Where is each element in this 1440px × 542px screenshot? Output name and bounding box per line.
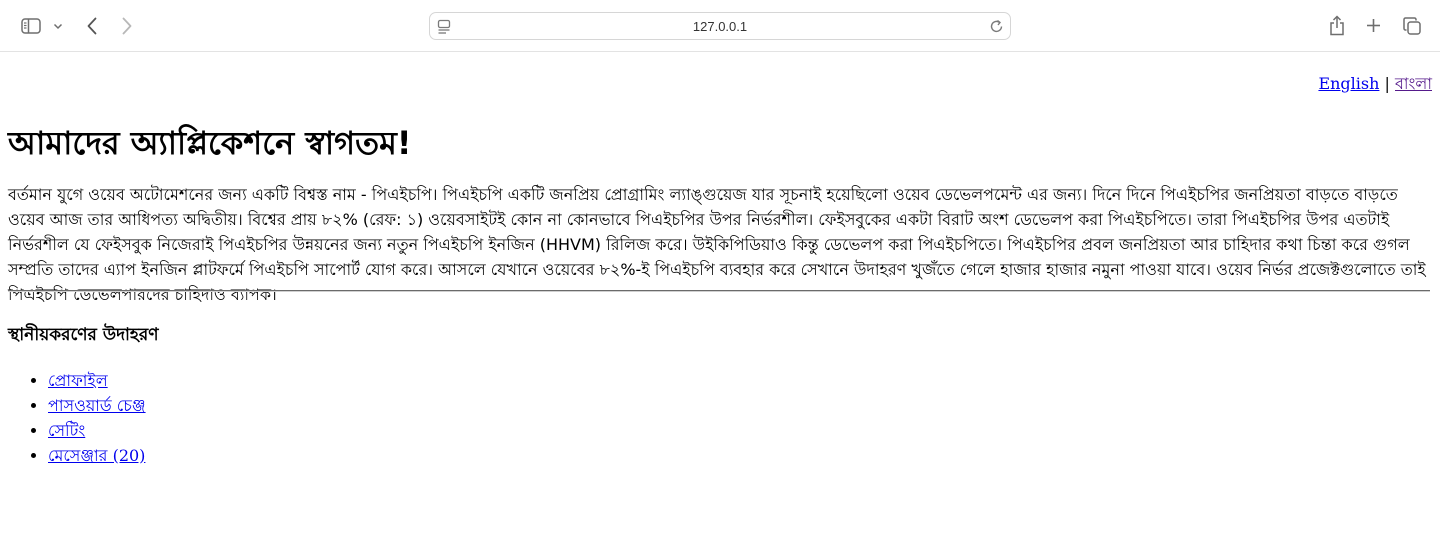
list-item: প্রোফাইল [48,368,146,393]
forward-arrow-icon[interactable] [119,16,135,36]
back-arrow-icon[interactable] [84,16,100,36]
bangla-link[interactable]: বাংলা [1395,74,1432,93]
tabs-overview-icon[interactable] [1402,16,1421,35]
password-change-link[interactable]: পাসওয়ার্ড চেঞ্জ [48,396,146,415]
list-item: মেসেঞ্জার (20) [48,443,146,468]
sidebar-icon[interactable] [20,16,42,36]
settings-link[interactable]: সেটিং [48,421,85,440]
address-bar[interactable]: 127.0.0.1 [429,12,1011,40]
profile-link[interactable]: প্রোফাইল [48,371,108,390]
list-item: পাসওয়ার্ড চেঞ্জ [48,393,146,418]
english-link[interactable]: English [1318,74,1379,93]
messenger-link[interactable]: মেসেঞ্জার (20) [48,446,145,465]
share-icon[interactable] [1328,14,1346,36]
plus-icon[interactable] [1365,17,1381,33]
section-heading: স্থানীয়করণের উদাহরণ [8,325,159,345]
divider [8,290,1430,292]
reload-icon[interactable] [989,19,1004,38]
example-links-list: প্রোফাইল পাসওয়ার্ড চেঞ্জ সেটিং মেসেঞ্জা… [8,368,146,468]
browser-toolbar: 127.0.0.1 [0,0,1440,52]
chevron-down-icon[interactable] [52,20,64,32]
list-item: সেটিং [48,418,146,443]
page-title: আমাদের অ্যাপ্লিকেশনে স্বাগতম! [8,124,412,162]
intro-paragraph: বর্তমান যুগে ওয়েব অটোমেশনের জন্য একটি ব… [8,185,1426,304]
language-separator: | [1384,74,1390,93]
url-text: 127.0.0.1 [692,18,748,34]
page-settings-icon[interactable] [437,19,451,39]
language-switch: English | বাংলা [1318,71,1432,98]
